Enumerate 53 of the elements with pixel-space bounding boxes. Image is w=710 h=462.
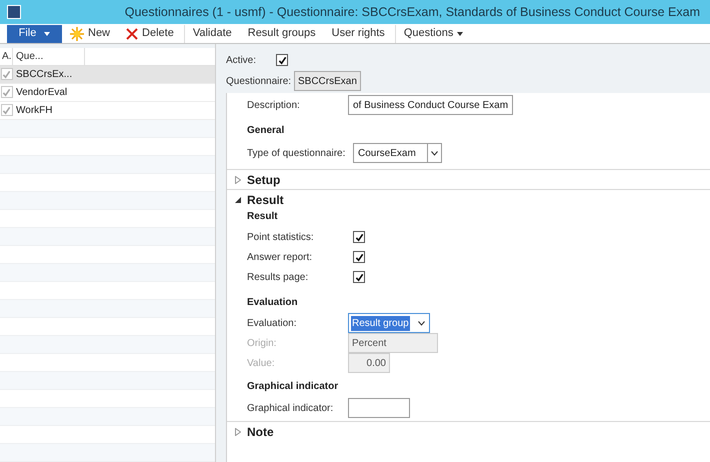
group-heading: Graphical indicator [247,380,340,394]
group-heading: Result [247,210,279,224]
field-label: Graphical indicator: [247,402,334,416]
checkbox[interactable] [276,54,288,66]
field-label: Point statistics: [247,230,315,244]
caret-icon [457,32,464,36]
column-header[interactable]: Que... [13,48,85,65]
expand-triangle-icon[interactable] [235,176,241,184]
section-header[interactable]: Result [247,190,284,208]
table-cell-text: WorkFH [15,104,54,118]
toolbar-button[interactable]: Delete [118,24,182,42]
table-cell-text: SBCCrsEx... [15,68,74,82]
toolbar-button[interactable]: Result groups [240,24,324,42]
column-header[interactable]: A. [0,48,13,65]
delete-icon [126,28,138,40]
sun-icon [70,26,84,40]
toolbar-button[interactable]: User rights [324,24,393,42]
chevron-down-icon [418,320,425,326]
field-label: Value: [247,356,276,370]
checkbox[interactable] [353,251,365,263]
window-title: Questionnaires (1 - usmf) - Questionnaire: SBCCrsExam, Standards of Business Conduct Course Exam [124,4,700,21]
field-label: Origin: [247,336,278,350]
grid-row[interactable]: SBCCrsEx... [0,66,215,84]
group-heading: Evaluation [247,296,299,310]
grid-row[interactable]: VendorEval [0,84,215,102]
toolbar-button[interactable]: New [62,24,118,42]
field-label: Type of questionnaire: [247,146,346,160]
graphical-indicator-field[interactable] [348,398,410,418]
field-label: Answer report: [247,250,314,264]
toolbar-button[interactable]: Validate [184,24,240,42]
description-field[interactable]: of Business Conduct Course Exam [348,95,514,115]
field-label: Description: [247,98,301,112]
type-dropdown[interactable]: CourseExam [353,143,442,163]
section-header[interactable]: Note [247,422,274,440]
toolbar-button[interactable]: Questions [394,24,472,42]
evaluation-dropdown[interactable]: Result group [348,313,430,333]
table-cell-text: VendorEval [15,86,68,100]
file-menu-button[interactable]: File [7,24,62,42]
checkbox[interactable] [353,231,365,243]
questionnaire-field[interactable]: SBCCrsExan [294,71,361,91]
field-label: Active: [226,54,258,68]
caret-icon [44,32,50,36]
field-label: Results page: [247,270,310,284]
group-heading: General [247,124,286,138]
field-label: Questionnaire: [226,74,292,88]
checkbox[interactable] [353,271,365,283]
section-header[interactable]: Setup [247,170,280,188]
field-label: Evaluation: [247,316,298,330]
grid-row[interactable]: WorkFH [0,102,215,120]
app-icon [7,5,21,19]
collapse-triangle-icon[interactable] [235,196,241,202]
expand-triangle-icon[interactable] [235,428,241,436]
chevron-down-icon [431,150,438,156]
